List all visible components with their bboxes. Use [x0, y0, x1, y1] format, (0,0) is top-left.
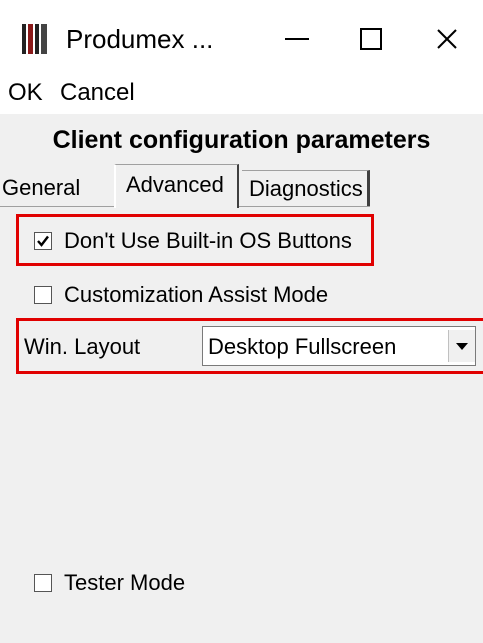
app-icon [22, 24, 50, 54]
minimize-button[interactable] [262, 14, 332, 64]
win-layout-value: Desktop Fullscreen [208, 334, 397, 359]
win-layout-label: Win. Layout [24, 334, 141, 359]
close-button[interactable] [412, 14, 482, 64]
assist-mode-label[interactable]: Customization Assist Mode [64, 282, 328, 308]
tester-mode-checkbox[interactable] [34, 574, 52, 592]
menu-cancel[interactable]: Cancel [60, 78, 135, 108]
dropdown-button[interactable] [448, 330, 475, 362]
maximize-button[interactable] [336, 14, 406, 64]
checkmark-icon [37, 235, 49, 247]
form-title: Client configuration parameters [52, 126, 431, 154]
tab-general[interactable]: General [0, 170, 110, 206]
minimize-icon [285, 38, 309, 40]
tab-advanced[interactable]: Advanced [114, 164, 239, 208]
assist-mode-checkbox[interactable] [34, 286, 52, 304]
close-icon [437, 29, 457, 49]
chevron-down-icon [456, 343, 468, 350]
menu-ok[interactable]: OK [8, 78, 43, 108]
tester-mode-label[interactable]: Tester Mode [64, 570, 185, 596]
builtin-buttons-checkbox[interactable] [34, 232, 52, 250]
tab-diagnostics[interactable]: Diagnostics [242, 170, 370, 206]
window-title: Produmex ... [66, 24, 214, 54]
builtin-buttons-label[interactable]: Don't Use Built-in OS Buttons [64, 228, 352, 254]
maximize-icon [360, 28, 382, 50]
